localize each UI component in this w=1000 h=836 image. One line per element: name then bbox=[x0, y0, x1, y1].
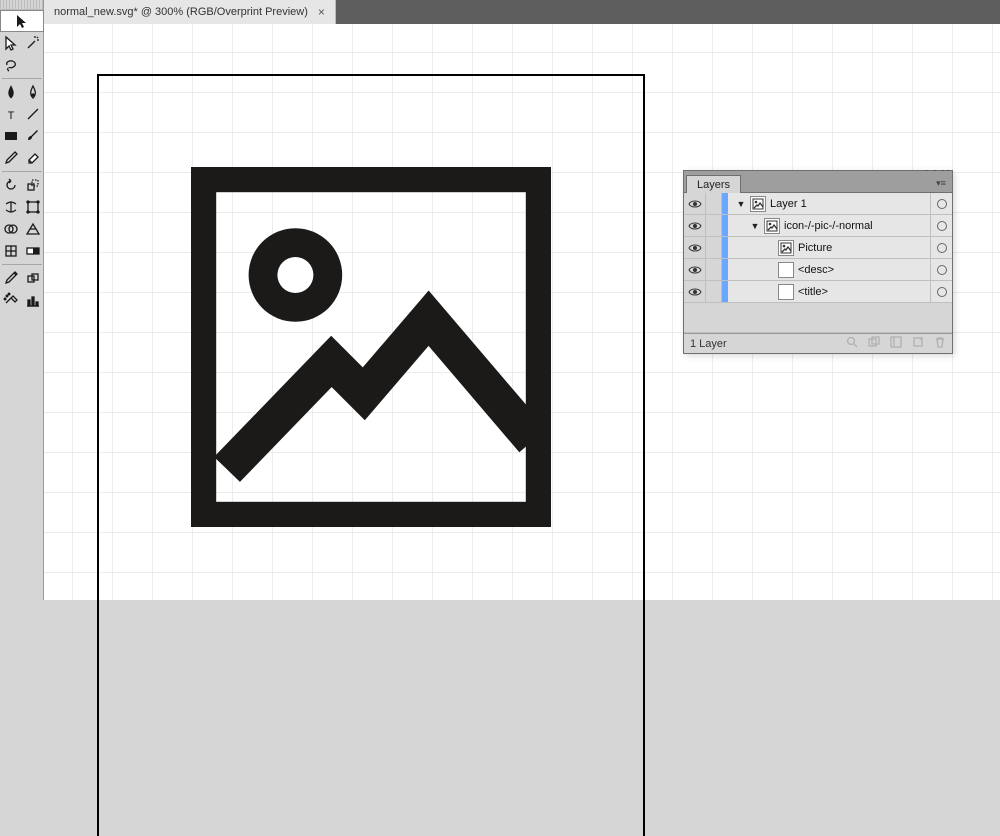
symbol-sprayer-tool-icon[interactable] bbox=[0, 289, 22, 311]
layers-empty-area bbox=[684, 303, 952, 333]
curvature-tool-icon[interactable] bbox=[22, 81, 44, 103]
width-tool-icon[interactable] bbox=[0, 196, 22, 218]
layers-tab[interactable]: Layers bbox=[686, 175, 741, 193]
type-tool-icon[interactable]: T bbox=[0, 103, 22, 125]
lock-toggle[interactable] bbox=[706, 215, 722, 236]
lasso-tool-icon[interactable] bbox=[0, 54, 22, 76]
disclosure-triangle-icon[interactable]: ▼ bbox=[750, 221, 760, 231]
layer-row[interactable]: <desc> bbox=[684, 259, 952, 281]
new-layer-icon[interactable] bbox=[912, 336, 924, 351]
layer-label: <desc> bbox=[798, 264, 834, 276]
layer-row[interactable]: Picture bbox=[684, 237, 952, 259]
layer-thumbnail bbox=[778, 262, 794, 278]
visibility-toggle-icon[interactable] bbox=[684, 259, 706, 280]
create-sublayer-icon[interactable] bbox=[890, 336, 902, 351]
delete-layer-icon[interactable] bbox=[934, 336, 946, 351]
magic-wand-tool-icon[interactable] bbox=[22, 32, 44, 54]
target-ring-icon[interactable] bbox=[930, 259, 952, 280]
eraser-tool-icon[interactable] bbox=[22, 147, 44, 169]
layers-panel[interactable]: ◀◀ ✕ Layers ▾≡ ▼Layer 1▼icon-/-pic-/-nor… bbox=[683, 170, 953, 354]
layer-main[interactable]: ▼ icon-/-pic-/-normal bbox=[728, 215, 930, 236]
layer-thumbnail bbox=[750, 196, 766, 212]
make-clipping-mask-icon[interactable] bbox=[868, 336, 880, 351]
lock-toggle[interactable] bbox=[706, 259, 722, 280]
paintbrush-tool-icon[interactable] bbox=[22, 125, 44, 147]
layer-label: Layer 1 bbox=[770, 198, 807, 210]
direct-selection-tool-icon[interactable] bbox=[0, 32, 22, 54]
target-ring-icon[interactable] bbox=[930, 281, 952, 302]
layer-thumbnail bbox=[778, 240, 794, 256]
layer-label: <title> bbox=[798, 286, 828, 298]
tool-separator bbox=[2, 264, 42, 265]
mesh-tool-icon[interactable] bbox=[0, 240, 22, 262]
eyedropper-tool-icon[interactable] bbox=[0, 267, 22, 289]
document-tab[interactable]: normal_new.svg* @ 300% (RGB/Overprint Pr… bbox=[44, 0, 336, 24]
visibility-toggle-icon[interactable] bbox=[684, 237, 706, 258]
visibility-toggle-icon[interactable] bbox=[684, 281, 706, 302]
layers-tab-label: Layers bbox=[697, 179, 730, 191]
shape-builder-tool-icon[interactable] bbox=[0, 218, 22, 240]
target-ring-icon[interactable] bbox=[930, 237, 952, 258]
lock-toggle[interactable] bbox=[706, 237, 722, 258]
column-graph-tool-icon[interactable] bbox=[22, 289, 44, 311]
layer-thumbnail bbox=[764, 218, 780, 234]
layer-main[interactable]: ▼ Layer 1 bbox=[728, 193, 930, 214]
visibility-toggle-icon[interactable] bbox=[684, 215, 706, 236]
tool-separator bbox=[2, 78, 42, 79]
rotate-tool-icon[interactable] bbox=[0, 174, 22, 196]
layer-row[interactable]: <title> bbox=[684, 281, 952, 303]
free-transform-tool-icon[interactable] bbox=[22, 196, 44, 218]
target-ring-icon[interactable] bbox=[930, 193, 952, 214]
layer-main[interactable]: <desc> bbox=[728, 259, 930, 280]
disclosure-triangle-icon[interactable]: ▼ bbox=[736, 199, 746, 209]
tool-panel: T bbox=[0, 0, 44, 600]
panel-grip-icon[interactable] bbox=[0, 0, 43, 10]
gradient-tool-icon[interactable] bbox=[22, 240, 44, 262]
blend-tool-icon[interactable] bbox=[22, 267, 44, 289]
line-segment-tool-icon[interactable] bbox=[22, 103, 44, 125]
layer-main[interactable]: Picture bbox=[728, 237, 930, 258]
locate-object-icon[interactable] bbox=[846, 336, 858, 351]
layer-thumbnail bbox=[778, 284, 794, 300]
layers-panel-footer: 1 Layer bbox=[684, 333, 952, 353]
picture-artwork[interactable] bbox=[191, 167, 551, 527]
scale-tool-icon[interactable] bbox=[22, 174, 44, 196]
layer-main[interactable]: <title> bbox=[728, 281, 930, 302]
document-tab-title: normal_new.svg* @ 300% (RGB/Overprint Pr… bbox=[54, 6, 308, 18]
tool-grid: T bbox=[0, 10, 43, 311]
perspective-grid-tool-icon[interactable] bbox=[22, 218, 44, 240]
visibility-toggle-icon[interactable] bbox=[684, 193, 706, 214]
lock-toggle[interactable] bbox=[706, 193, 722, 214]
tool-separator bbox=[2, 171, 42, 172]
document-tab-bar: normal_new.svg* @ 300% (RGB/Overprint Pr… bbox=[44, 0, 1000, 24]
target-ring-icon[interactable] bbox=[930, 215, 952, 236]
layer-row[interactable]: ▼ icon-/-pic-/-normal bbox=[684, 215, 952, 237]
selection-tool-icon[interactable] bbox=[0, 10, 44, 32]
panel-flyout-menu-icon[interactable]: ▾≡ bbox=[932, 178, 952, 192]
pencil-tool-icon[interactable] bbox=[0, 147, 22, 169]
layers-list: ▼ Layer 1 ▼ icon-/-pic-/-normal Picture <desc… bbox=[684, 193, 952, 333]
close-icon[interactable]: × bbox=[318, 5, 325, 19]
layer-label: icon-/-pic-/-normal bbox=[784, 220, 873, 232]
panel-tab-strip: Layers ▾≡ bbox=[684, 171, 952, 193]
layer-label: Picture bbox=[798, 242, 832, 254]
pen-tool-icon[interactable] bbox=[0, 81, 22, 103]
layer-count-label: 1 Layer bbox=[690, 338, 727, 350]
layer-row[interactable]: ▼ Layer 1 bbox=[684, 193, 952, 215]
svg-text:T: T bbox=[8, 110, 15, 122]
lock-toggle[interactable] bbox=[706, 281, 722, 302]
rectangle-tool-icon[interactable] bbox=[0, 125, 22, 147]
